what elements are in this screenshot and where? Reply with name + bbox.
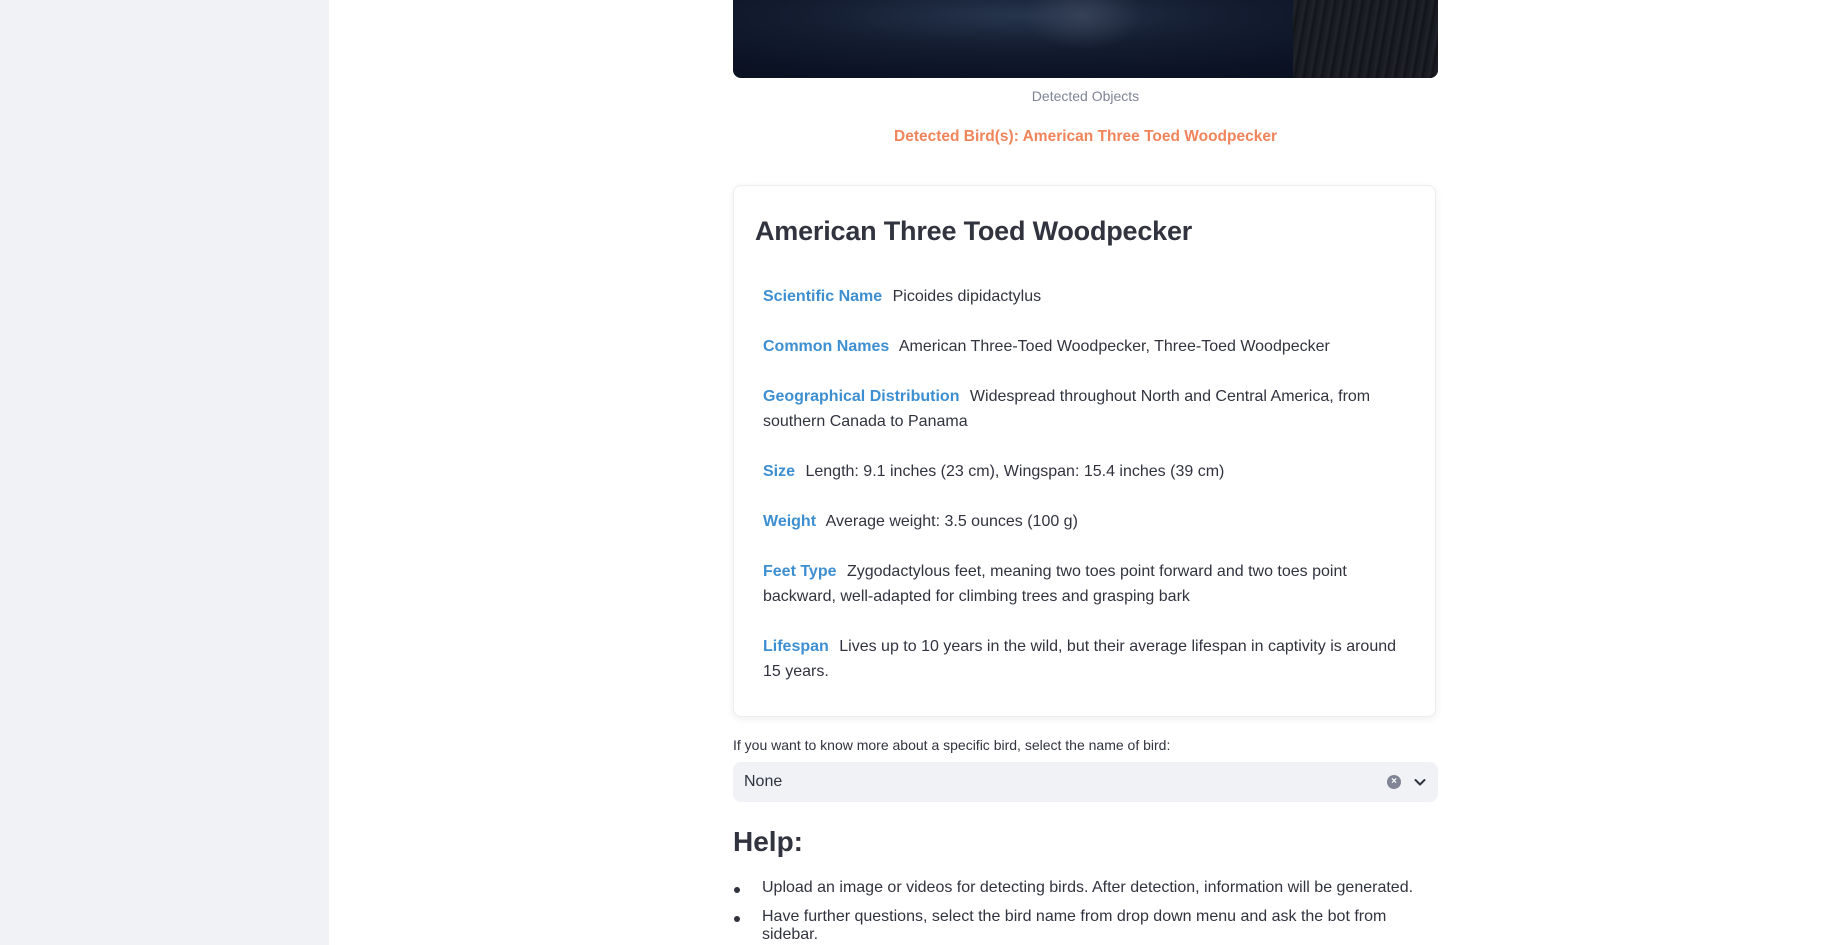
help-list-item: Have further questions, select the bird … bbox=[734, 908, 1432, 944]
help-item-text: Have further questions, select the bird … bbox=[762, 908, 1387, 943]
attr-value: Lives up to 10 years in the wild, but th… bbox=[763, 638, 1397, 680]
attr-label: Lifespan bbox=[763, 638, 829, 655]
attr-label: Common Names bbox=[763, 338, 890, 355]
attr-size: Size Length: 9.1 inches (23 cm), Wingspa… bbox=[763, 459, 1411, 484]
attr-value: Length: 9.1 inches (23 cm), Wingspan: 15… bbox=[805, 463, 1225, 480]
attr-value: Zygodactylous feet, meaning two toes poi… bbox=[763, 563, 1347, 605]
detected-birds-text: Detected Bird(s): American Three Toed Wo… bbox=[894, 128, 1277, 145]
attr-lifespan: Lifespan Lives up to 10 years in the wil… bbox=[763, 634, 1411, 684]
help-heading: Help: bbox=[733, 826, 803, 857]
bullet-icon bbox=[734, 887, 740, 893]
attr-value: American Three-Toed Woodpecker, Three-To… bbox=[898, 338, 1330, 355]
image-caption: Detected Objects bbox=[1031, 88, 1140, 104]
attr-weight: Weight Average weight: 3.5 ounces (100 g… bbox=[763, 509, 1411, 534]
bullet-icon bbox=[734, 916, 740, 922]
bird-select-value[interactable]: None bbox=[744, 773, 782, 791]
help-item-text: Upload an image or videos for detecting … bbox=[762, 879, 1414, 896]
bird-select[interactable]: None × bbox=[733, 762, 1438, 802]
attr-value: Average weight: 3.5 ounces (100 g) bbox=[825, 513, 1078, 530]
bird-title: American Three Toed Woodpecker bbox=[755, 216, 1193, 246]
attr-label: Size bbox=[763, 463, 796, 480]
attr-feet-type: Feet Type Zygodactylous feet, meaning tw… bbox=[763, 559, 1411, 609]
attr-label: Scientific Name bbox=[763, 288, 883, 305]
clear-icon[interactable]: × bbox=[1387, 775, 1401, 789]
help-list-item: Upload an image or videos for detecting … bbox=[734, 879, 1432, 897]
bird-info-card: American Three Toed Woodpecker Scientifi… bbox=[733, 185, 1436, 717]
attr-label: Geographical Distribution bbox=[763, 388, 960, 405]
sidebar bbox=[0, 0, 329, 945]
attr-label: Weight bbox=[763, 513, 817, 530]
bird-select-label: If you want to know more about a specifi… bbox=[733, 737, 1171, 753]
attr-scientific-name: Scientific Name Picoides dipidactylus bbox=[763, 284, 1411, 309]
attr-value: Picoides dipidactylus bbox=[892, 288, 1042, 305]
attr-geographical-distribution: Geographical Distribution Widespread thr… bbox=[763, 384, 1411, 434]
attr-common-names: Common Names American Three-Toed Woodpec… bbox=[763, 334, 1411, 359]
attr-label: Feet Type bbox=[763, 563, 837, 580]
chevron-down-icon[interactable] bbox=[1412, 774, 1428, 790]
detected-image bbox=[733, 0, 1438, 78]
